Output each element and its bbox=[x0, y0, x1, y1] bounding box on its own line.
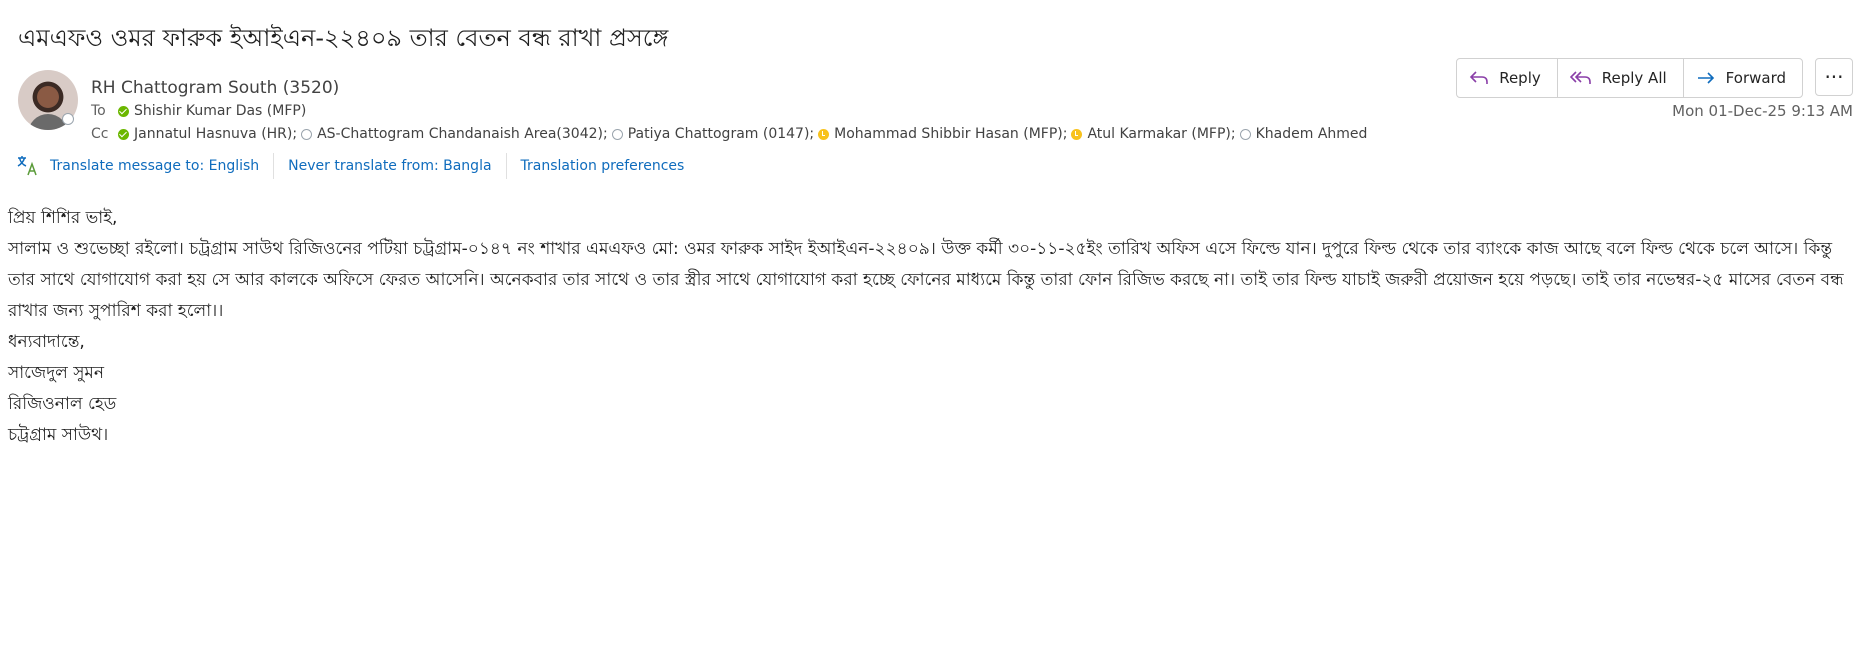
offline-status-icon bbox=[301, 128, 313, 140]
cc-label: Cc bbox=[91, 126, 109, 142]
translate-message-link[interactable]: Translate message to: English bbox=[50, 158, 273, 174]
greeting: প্রিয় শিশির ভাই, bbox=[8, 208, 118, 228]
reply-all-button[interactable]: Reply All bbox=[1558, 59, 1684, 97]
away-status-icon bbox=[1071, 128, 1083, 140]
recipient-name: Khadem Ahmed bbox=[1255, 126, 1368, 142]
away-status-icon bbox=[818, 128, 830, 140]
reply-all-label: Reply All bbox=[1601, 69, 1667, 87]
offline-status-icon bbox=[1239, 128, 1251, 140]
email-subject: এমএফও ওমর ফারুক ইআইএন-২২৪০৯ তার বেতন বন্… bbox=[18, 24, 669, 52]
reply-icon bbox=[1470, 71, 1489, 84]
translation-bar: Translate message to: English Never tran… bbox=[16, 153, 699, 179]
reply-all-icon bbox=[1569, 71, 1591, 84]
recipient-name: AS-Chattogram Chandanaish Area(3042); bbox=[317, 126, 608, 142]
presence-status-icon bbox=[62, 113, 74, 125]
message-actions: Reply Reply All Forward bbox=[1456, 58, 1803, 98]
recipient[interactable]: Shishir Kumar Das (MFP) bbox=[118, 103, 306, 119]
reply-button[interactable]: Reply bbox=[1457, 59, 1558, 97]
message-body: প্রিয় শিশির ভাই, সালাম ও শুভেচ্ছা রইলো।… bbox=[8, 203, 1858, 451]
forward-label: Forward bbox=[1725, 69, 1786, 87]
cc-recipient[interactable]: Khadem Ahmed bbox=[1239, 126, 1368, 142]
recipient-name: Patiya Chattogram (0147); bbox=[627, 126, 815, 142]
divider bbox=[505, 153, 507, 179]
body-paragraph: সালাম ও শুভেচ্ছা রইলো। চট্রগ্রাম সাউথ রি… bbox=[8, 239, 1844, 321]
cc-recipient[interactable]: Jannatul Hasnuva (HR); bbox=[118, 126, 297, 142]
recipient-name: Jannatul Hasnuva (HR); bbox=[134, 126, 298, 142]
available-status-icon bbox=[118, 105, 129, 117]
cc-recipient[interactable]: Mohammad Shibbir Hasan (MFP); bbox=[818, 126, 1067, 142]
cc-recipient[interactable]: Atul Karmakar (MFP); bbox=[1071, 126, 1236, 142]
cc-recipient[interactable]: Patiya Chattogram (0147); bbox=[611, 126, 815, 142]
reply-label: Reply bbox=[1499, 69, 1541, 87]
sender-name[interactable]: RH Chattogram South (3520) bbox=[91, 78, 339, 98]
offline-status-icon bbox=[611, 128, 623, 140]
closing: ধন্যবাদান্তে, bbox=[8, 332, 85, 352]
forward-button[interactable]: Forward bbox=[1684, 59, 1802, 97]
signature-region: চট্রগ্রাম সাউথ। bbox=[8, 425, 109, 445]
signature-name: সাজেদুল সুমন bbox=[8, 363, 105, 383]
cc-recipient[interactable]: AS-Chattogram Chandanaish Area(3042); bbox=[301, 126, 608, 142]
forward-icon bbox=[1697, 72, 1714, 84]
translate-icon bbox=[17, 156, 37, 176]
received-date: Mon 01-Dec-25 9:13 AM bbox=[1672, 102, 1853, 120]
signature-title: রিজিওনাল হেড bbox=[8, 394, 117, 414]
divider bbox=[273, 153, 275, 179]
available-status-icon bbox=[118, 128, 129, 140]
more-actions-button[interactable]: ··· bbox=[1815, 58, 1853, 96]
never-translate-link[interactable]: Never translate from: Bangla bbox=[288, 158, 505, 174]
recipient-name: Mohammad Shibbir Hasan (MFP); bbox=[834, 126, 1068, 142]
cc-line: Cc Jannatul Hasnuva (HR); AS-Chattogram … bbox=[91, 126, 1371, 142]
translation-preferences-link[interactable]: Translation preferences bbox=[521, 158, 699, 174]
recipient-name: Shishir Kumar Das (MFP) bbox=[134, 103, 307, 119]
recipient-name: Atul Karmakar (MFP); bbox=[1087, 126, 1236, 142]
to-label: To bbox=[91, 103, 106, 119]
to-line: To Shishir Kumar Das (MFP) bbox=[91, 103, 310, 119]
